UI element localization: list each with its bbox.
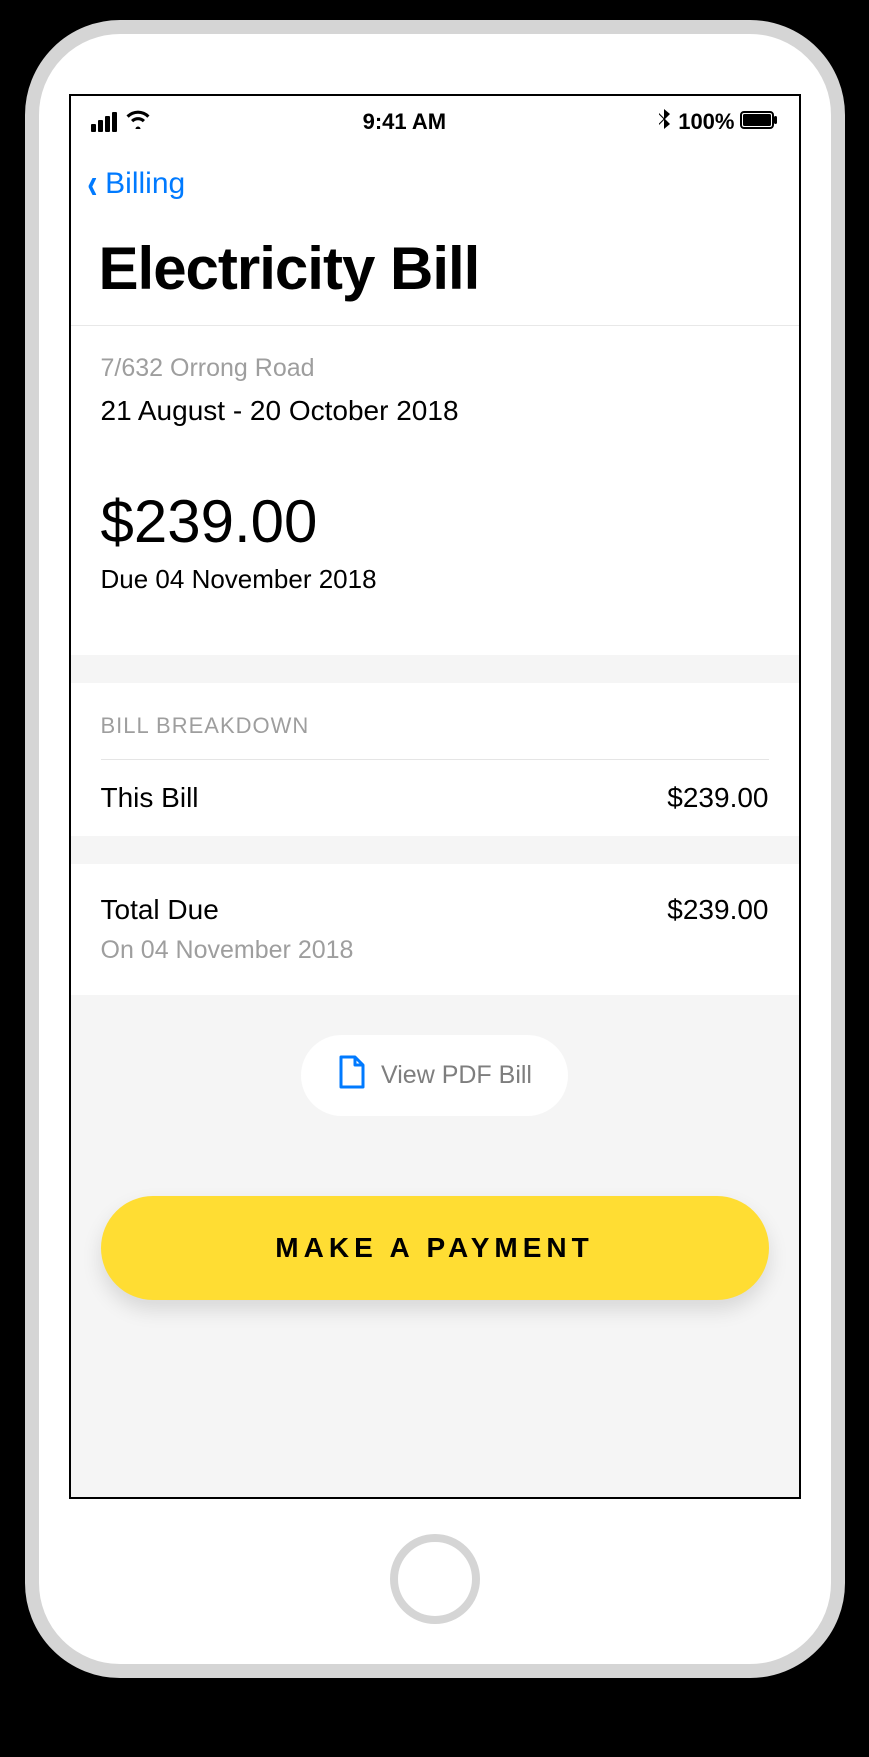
bluetooth-icon — [658, 108, 672, 136]
bill-amount: $239.00 — [101, 487, 769, 556]
wifi-icon — [125, 109, 151, 135]
status-left — [91, 109, 151, 135]
divider — [101, 759, 769, 760]
breakdown-header: BILL BREAKDOWN — [101, 713, 769, 739]
battery-icon — [740, 109, 778, 135]
breakdown-row: This Bill $239.00 — [101, 782, 769, 814]
breakdown-value: $239.00 — [667, 782, 768, 814]
status-bar: 9:41 AM 100% — [71, 96, 799, 144]
breakdown-label: This Bill — [101, 782, 199, 814]
page-title: Electricity Bill — [71, 216, 799, 325]
bill-due-date: Due 04 November 2018 — [101, 564, 769, 595]
app-screen: 9:41 AM 100% ‹ Billing Electricity Bill … — [69, 94, 801, 1499]
total-row: Total Due $239.00 — [101, 894, 769, 926]
total-label: Total Due — [101, 894, 219, 926]
chevron-left-icon: ‹ — [87, 162, 97, 206]
signal-icon — [91, 112, 117, 132]
total-value: $239.00 — [667, 894, 768, 926]
nav-back-button[interactable]: ‹ Billing — [71, 144, 799, 216]
bill-summary: 7/632 Orrong Road 21 August - 20 October… — [71, 326, 799, 655]
bill-breakdown-section: BILL BREAKDOWN This Bill $239.00 — [71, 683, 799, 836]
document-icon — [337, 1055, 365, 1096]
section-gap — [71, 655, 799, 683]
view-pdf-label: View PDF Bill — [381, 1061, 532, 1090]
total-section: Total Due $239.00 On 04 November 2018 — [71, 864, 799, 995]
total-date: On 04 November 2018 — [101, 936, 769, 965]
make-payment-button[interactable]: MAKE A PAYMENT — [101, 1196, 769, 1300]
bottom-area: View PDF Bill MAKE A PAYMENT — [71, 995, 799, 1497]
status-right: 100% — [658, 108, 778, 136]
status-time: 9:41 AM — [363, 109, 447, 135]
bill-date-range: 21 August - 20 October 2018 — [101, 395, 769, 427]
phone-frame: 9:41 AM 100% ‹ Billing Electricity Bill … — [25, 20, 845, 1678]
view-pdf-button[interactable]: View PDF Bill — [301, 1035, 568, 1116]
home-button[interactable] — [390, 1534, 480, 1624]
nav-back-label: Billing — [105, 167, 185, 201]
bill-address: 7/632 Orrong Road — [101, 354, 769, 383]
battery-percent: 100% — [678, 109, 734, 135]
section-gap — [71, 836, 799, 864]
